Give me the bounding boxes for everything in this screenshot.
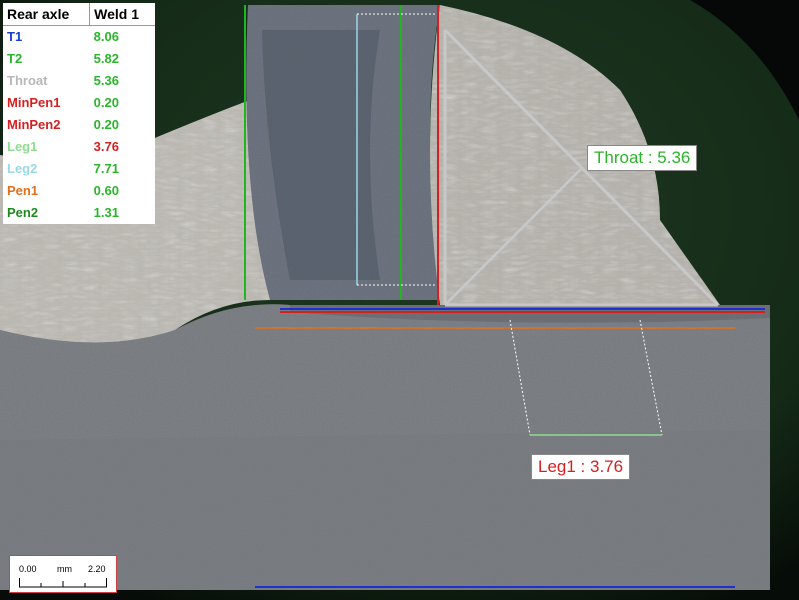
measurement-label: Leg2 (7, 161, 38, 176)
table-header-row: Rear axle Weld 1 (3, 3, 155, 26)
measurement-value: 0.60 (93, 183, 119, 198)
table-row: MinPen2 0.20 (3, 114, 155, 136)
table-row: Pen2 1.31 (3, 202, 155, 224)
scale-min-label: 0.00 (19, 564, 37, 574)
measurement-label: Leg1 (7, 139, 38, 154)
measurement-value: 5.82 (93, 51, 119, 66)
table-row: Pen1 0.60 (3, 180, 155, 202)
scale-ruler (19, 578, 107, 588)
measurement-value: 7.71 (93, 161, 119, 176)
table-header-weld: Weld 1 (89, 3, 155, 26)
leg1-callout: Leg1 : 3.76 (531, 454, 631, 480)
measurement-value: 5.36 (93, 73, 119, 88)
measurement-label: MinPen1 (7, 95, 61, 110)
weld-macrograph: Rear axle Weld 1 T1 8.06 T2 5.82 Throat 5.36 M… (0, 0, 799, 600)
measurement-value: 0.20 (93, 117, 119, 132)
scale-max-label: 2.20 (88, 564, 106, 574)
measurement-label: Pen1 (7, 183, 39, 198)
measurement-value: 8.06 (93, 29, 119, 44)
measurement-value: 1.31 (93, 205, 119, 220)
measurement-value: 3.76 (93, 139, 119, 154)
scale-unit-label: mm (57, 564, 72, 574)
table-header-part: Rear axle (3, 3, 91, 26)
throat-callout: Throat : 5.36 (587, 145, 698, 171)
table-row: T2 5.82 (3, 48, 155, 70)
table-row: T1 8.06 (3, 26, 155, 49)
measurement-value: 0.20 (93, 95, 119, 110)
scale-bar: 0.00 mm 2.20 (9, 555, 117, 593)
measurement-label: Throat (7, 73, 48, 88)
table-row: Throat 5.36 (3, 70, 155, 92)
measurement-label: Pen2 (7, 205, 39, 220)
table-row: MinPen1 0.20 (3, 92, 155, 114)
measurement-label: T1 (7, 29, 23, 44)
measurement-label: MinPen2 (7, 117, 61, 132)
table-row: Leg1 3.76 (3, 136, 155, 158)
table-row: Leg2 7.71 (3, 158, 155, 180)
measurement-table: Rear axle Weld 1 T1 8.06 T2 5.82 Throat 5.36 M… (3, 3, 155, 224)
measurement-label: T2 (7, 51, 23, 66)
